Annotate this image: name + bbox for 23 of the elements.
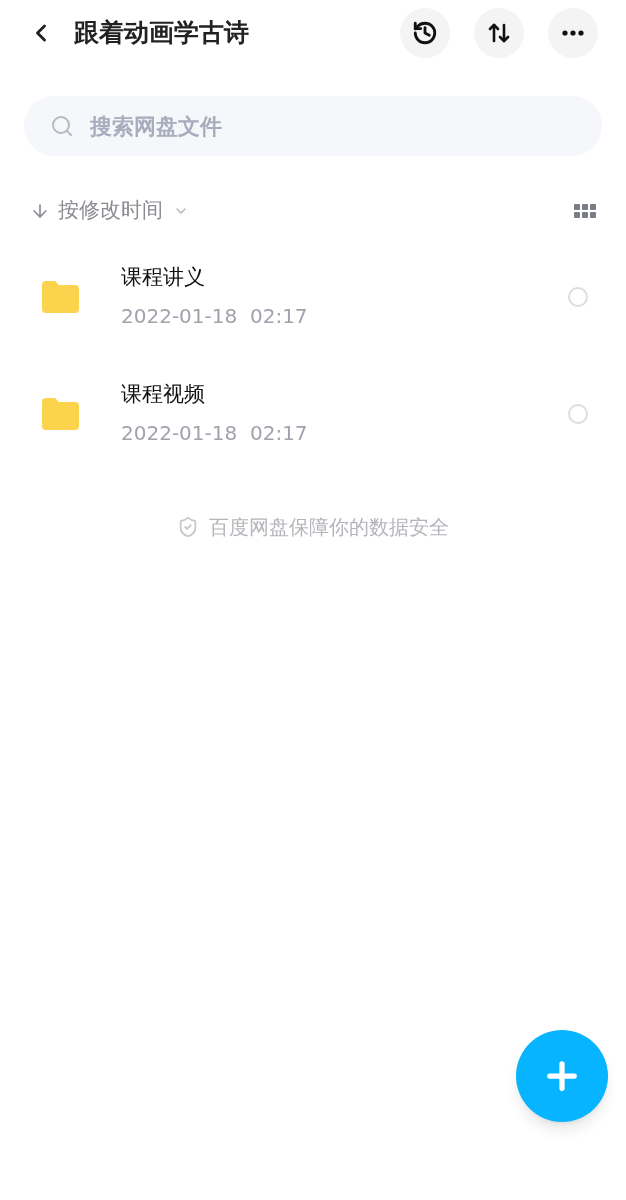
search-bar[interactable]: 搜索网盘文件 bbox=[24, 96, 602, 156]
folder-icon bbox=[42, 280, 79, 313]
folder-icon bbox=[42, 397, 79, 430]
more-button[interactable] bbox=[548, 8, 598, 58]
folder-row[interactable]: 课程视频 2022-01-18 02:17 bbox=[0, 355, 626, 472]
modified-time: 2022-01-18 02:17 bbox=[121, 303, 308, 331]
page-title: 跟着动画学古诗 bbox=[74, 17, 249, 50]
grid-view-button[interactable] bbox=[574, 204, 596, 218]
history-button[interactable] bbox=[400, 8, 450, 58]
sort-arrows-icon bbox=[487, 21, 511, 45]
folder-name: 课程视频 bbox=[121, 380, 206, 408]
folder-row[interactable]: 课程讲义 2022-01-18 02:17 bbox=[0, 238, 626, 355]
security-note: 百度网盘保障你的数据安全 bbox=[209, 514, 449, 541]
more-icon bbox=[562, 30, 584, 36]
modified-time: 2022-01-18 02:17 bbox=[121, 420, 308, 448]
sort-order-button[interactable] bbox=[474, 8, 524, 58]
folder-name: 课程讲义 bbox=[121, 263, 206, 291]
history-icon bbox=[412, 20, 438, 46]
select-radio[interactable] bbox=[568, 286, 588, 307]
search-field[interactable]: 搜索网盘文件 bbox=[90, 109, 576, 143]
search-icon bbox=[50, 114, 74, 138]
select-radio[interactable] bbox=[568, 403, 588, 424]
shield-icon bbox=[177, 516, 199, 538]
